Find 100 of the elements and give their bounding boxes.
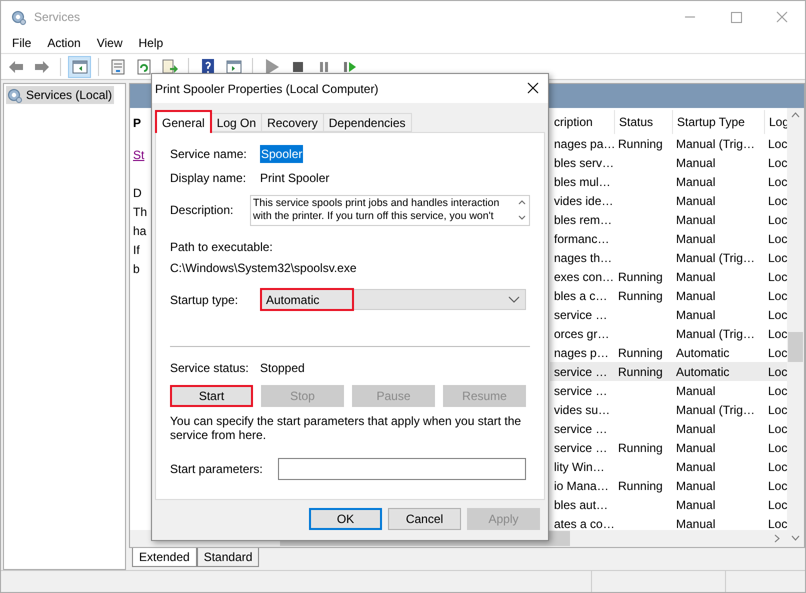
table-cell: service … — [554, 384, 608, 398]
menu-item[interactable]: Action — [39, 34, 89, 52]
table-cell: service … — [554, 422, 608, 436]
table-cell: exes con… — [554, 270, 614, 284]
table-cell: Running — [618, 478, 663, 492]
table-cell: bles aut… — [554, 498, 608, 512]
table-cell: Manual — [676, 212, 716, 226]
table-cell: bles mul… — [554, 174, 611, 188]
console-tree-icon — [70, 58, 88, 76]
start-parameters-field[interactable] — [278, 458, 526, 480]
table-cell: Manual — [676, 194, 716, 208]
table-cell: Loc — [768, 384, 788, 398]
table-cell: Loc — [768, 326, 788, 340]
field-label: Description: — [170, 202, 234, 219]
table-cell: nages pa… — [554, 136, 616, 150]
table-cell: Running — [618, 136, 663, 150]
description-text: This service spools print jobs and handles interaction with the printer. If you turn off this service, you won't — [252, 196, 500, 224]
table-cell: Running — [618, 364, 663, 378]
dialog-tab[interactable]: Log On — [210, 113, 262, 132]
detail-text: D — [133, 185, 142, 202]
table-cell: io Mana… — [554, 478, 609, 492]
chevron-down-icon — [508, 296, 520, 304]
table-cell: service … — [554, 308, 608, 322]
table-cell: Manual (Trig… — [676, 250, 755, 264]
column-header[interactable]: Startup Type — [672, 110, 764, 134]
table-cell: bles rem… — [554, 212, 612, 226]
table-cell: Manual — [676, 440, 716, 454]
table-cell: Loc — [768, 308, 788, 322]
table-cell: Running — [618, 288, 663, 302]
view-tab[interactable]: Extended — [132, 548, 197, 567]
startup-type-dropdown[interactable]: Automatic — [260, 289, 526, 310]
detail-text: Th — [133, 204, 148, 221]
table-cell: Manual — [676, 516, 716, 530]
properties-icon — [108, 58, 126, 76]
view-tab[interactable]: Standard — [196, 548, 260, 567]
detail-link[interactable]: St — [133, 146, 144, 164]
table-cell: Loc — [768, 156, 788, 170]
table-cell: Loc — [768, 478, 788, 492]
table-cell: Manual — [676, 156, 716, 170]
table-cell: vides su… — [554, 402, 610, 416]
column-header[interactable]: cription — [550, 110, 614, 134]
menu-item[interactable]: View — [88, 34, 130, 52]
table-cell: Loc — [768, 346, 788, 360]
table-cell: Manual — [676, 270, 716, 284]
table-cell: Loc — [768, 440, 788, 454]
dialog-button[interactable]: OK — [309, 508, 382, 530]
table-cell: Manual — [676, 174, 716, 188]
table-cell: Loc — [768, 136, 788, 150]
table-cell: Loc — [768, 174, 788, 188]
dialog-tab[interactable]: General — [155, 110, 212, 133]
table-cell: ates a co… — [554, 516, 615, 530]
scroll-thumb[interactable] — [788, 332, 803, 362]
table-cell: bles serv… — [554, 156, 614, 170]
table-cell: Loc — [768, 250, 788, 264]
menu-item[interactable]: Help — [130, 34, 172, 52]
console-tree-button[interactable] — [68, 56, 91, 78]
table-cell: Running — [618, 270, 663, 284]
tree-item[interactable]: Services (Local) — [6, 86, 114, 104]
table-cell: Loc — [768, 232, 788, 246]
table-cell: Loc — [768, 270, 788, 284]
table-cell: Loc — [768, 516, 788, 530]
field-value: C:\Windows\System32\spoolsv.exe — [170, 260, 358, 277]
table-cell: bles a c… — [554, 288, 608, 302]
table-cell: Automatic — [676, 364, 730, 378]
gear-icon — [6, 87, 22, 103]
menu-item[interactable]: File — [4, 34, 40, 52]
table-cell: nages th… — [554, 250, 612, 264]
table-cell: Loc — [768, 460, 788, 474]
table-cell: lity Win… — [554, 460, 605, 474]
table-cell: Loc — [768, 422, 788, 436]
dialog-title: Print Spooler Properties (Local Computer) — [154, 80, 378, 98]
table-cell: Manual — [676, 384, 716, 398]
table-cell: Running — [618, 346, 663, 360]
table-cell: Loc — [768, 498, 788, 512]
table-cell: Loc — [768, 194, 788, 208]
table-cell: formanc… — [554, 232, 610, 246]
table-cell: Manual (Trig… — [676, 326, 755, 340]
detail-text: ha — [133, 223, 146, 240]
service-button[interactable]: Start — [170, 385, 253, 407]
window-title: Services — [34, 9, 80, 26]
table-cell: Loc — [768, 212, 788, 226]
table-cell: orces gr… — [554, 326, 610, 340]
detail-text: b — [133, 261, 140, 278]
detail-text: If — [133, 242, 140, 259]
gear-icon — [10, 9, 26, 25]
column-header[interactable]: Status — [614, 110, 672, 134]
dialog-button[interactable]: Cancel — [388, 508, 461, 530]
hint-text: You can specify the start parameters that apply when you start the service from here. — [170, 414, 522, 442]
table-cell: Running — [618, 440, 663, 454]
field-label: Service name: — [170, 146, 248, 163]
table-cell: Manual — [676, 288, 716, 302]
table-cell: Manual — [676, 308, 716, 322]
dialog-tab[interactable]: Recovery — [261, 113, 324, 132]
table-cell: Manual — [676, 232, 716, 246]
table-cell: vides ide… — [554, 194, 614, 208]
field-value: Print Spooler — [260, 170, 330, 187]
table-cell: Manual (Trig… — [676, 136, 755, 150]
table-cell: Automatic — [676, 346, 730, 360]
field-value: Stopped — [260, 360, 305, 377]
dialog-tab[interactable]: Dependencies — [322, 113, 412, 132]
